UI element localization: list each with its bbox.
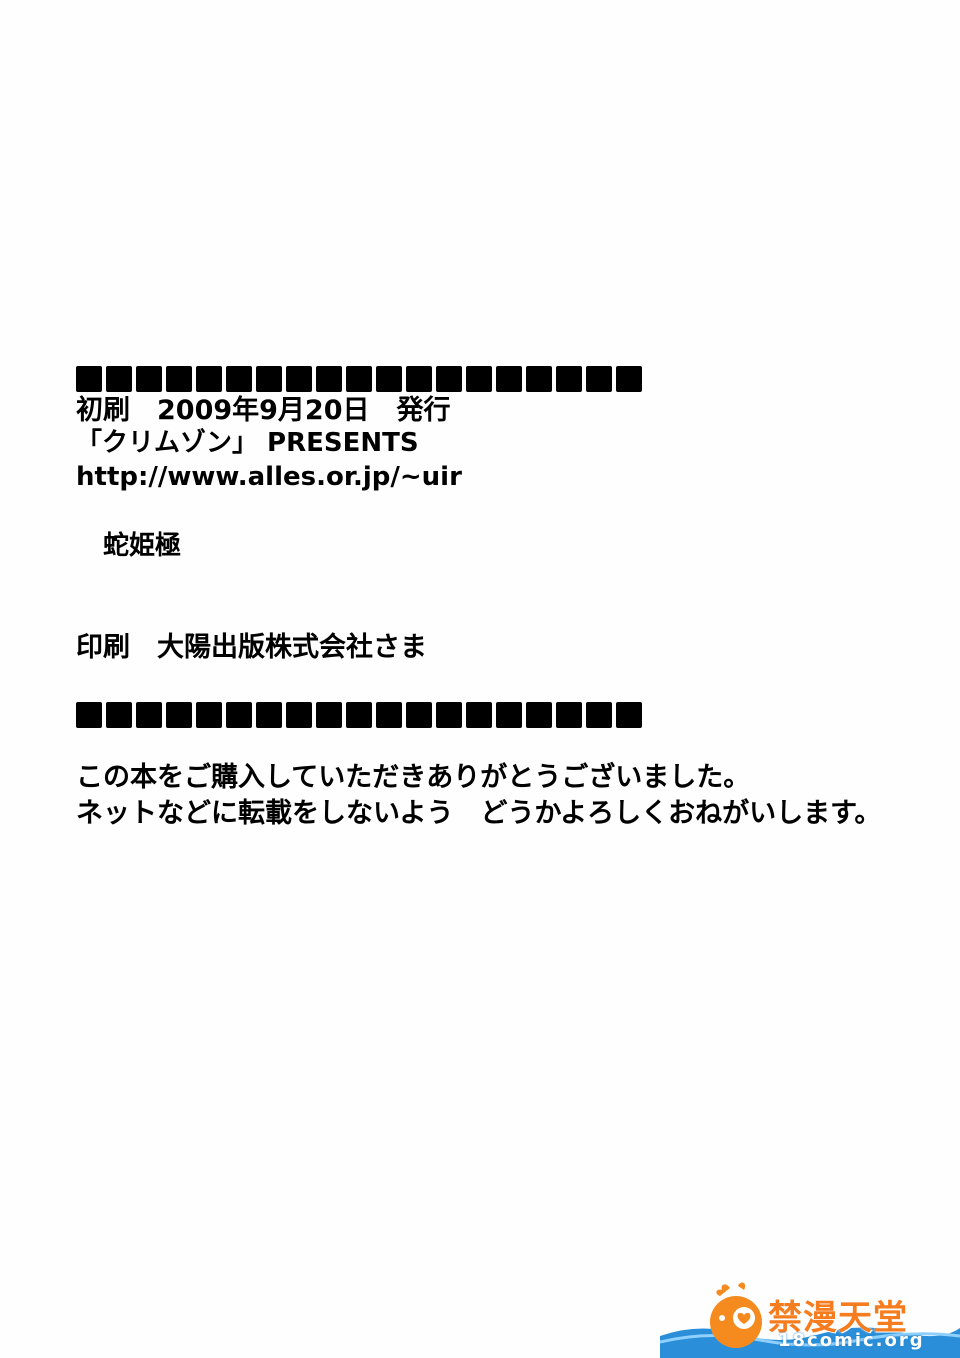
bar-square [466, 366, 492, 392]
bar-square [226, 366, 252, 392]
bar-square [526, 702, 552, 728]
bar-square [166, 366, 192, 392]
bar-square [76, 366, 102, 392]
bar-square [406, 702, 432, 728]
bar-square [406, 366, 432, 392]
bar-square [616, 366, 642, 392]
bar-square [526, 366, 552, 392]
book-title: 蛇姫極 [103, 531, 182, 561]
bar-square [436, 366, 462, 392]
bar-square [436, 702, 462, 728]
circle-name-line: 「クリムゾン」 PRESENTS [76, 428, 419, 458]
bar-square [496, 702, 522, 728]
no-repost-request: ネットなどに転載をしないよう どうかよろしくおねがいします。 [76, 798, 882, 829]
bar-square [76, 702, 102, 728]
colophon-page: 初刷 2009年9月20日 発行 「クリムゾン」 PRESENTS http:/… [0, 0, 960, 1358]
bar-square [586, 702, 612, 728]
bottom-square-bar [76, 702, 642, 728]
top-square-bar [76, 366, 642, 392]
issue-date-line: 初刷 2009年9月20日 発行 [76, 395, 451, 426]
bar-square [316, 366, 342, 392]
bar-square [286, 702, 312, 728]
bar-square [556, 366, 582, 392]
watermark-domain: 18comic.org [778, 1330, 925, 1351]
bar-square [196, 366, 222, 392]
thanks-message: この本をご購入していただきありがとうございました。 [76, 762, 751, 793]
bar-square [106, 702, 132, 728]
bar-square [346, 702, 372, 728]
bar-square [496, 366, 522, 392]
bar-square [106, 366, 132, 392]
watermark-logo: 禁漫天堂 18comic.org [660, 1278, 960, 1358]
bar-square [346, 366, 372, 392]
bar-square [616, 702, 642, 728]
bar-square [226, 702, 252, 728]
mascot-icon [710, 1282, 762, 1348]
bar-square [376, 366, 402, 392]
bar-square [256, 366, 282, 392]
bar-square [256, 702, 282, 728]
bar-square [466, 702, 492, 728]
bar-square [196, 702, 222, 728]
bar-square [286, 366, 312, 392]
bar-square [136, 702, 162, 728]
bar-square [166, 702, 192, 728]
bar-square [316, 702, 342, 728]
bar-square [136, 366, 162, 392]
bar-square [556, 702, 582, 728]
bar-square [586, 366, 612, 392]
printer-line: 印刷 大陽出版株式会社さま [76, 632, 427, 663]
bar-square [376, 702, 402, 728]
website-url: http://www.alles.or.jp/~uir [76, 462, 462, 492]
